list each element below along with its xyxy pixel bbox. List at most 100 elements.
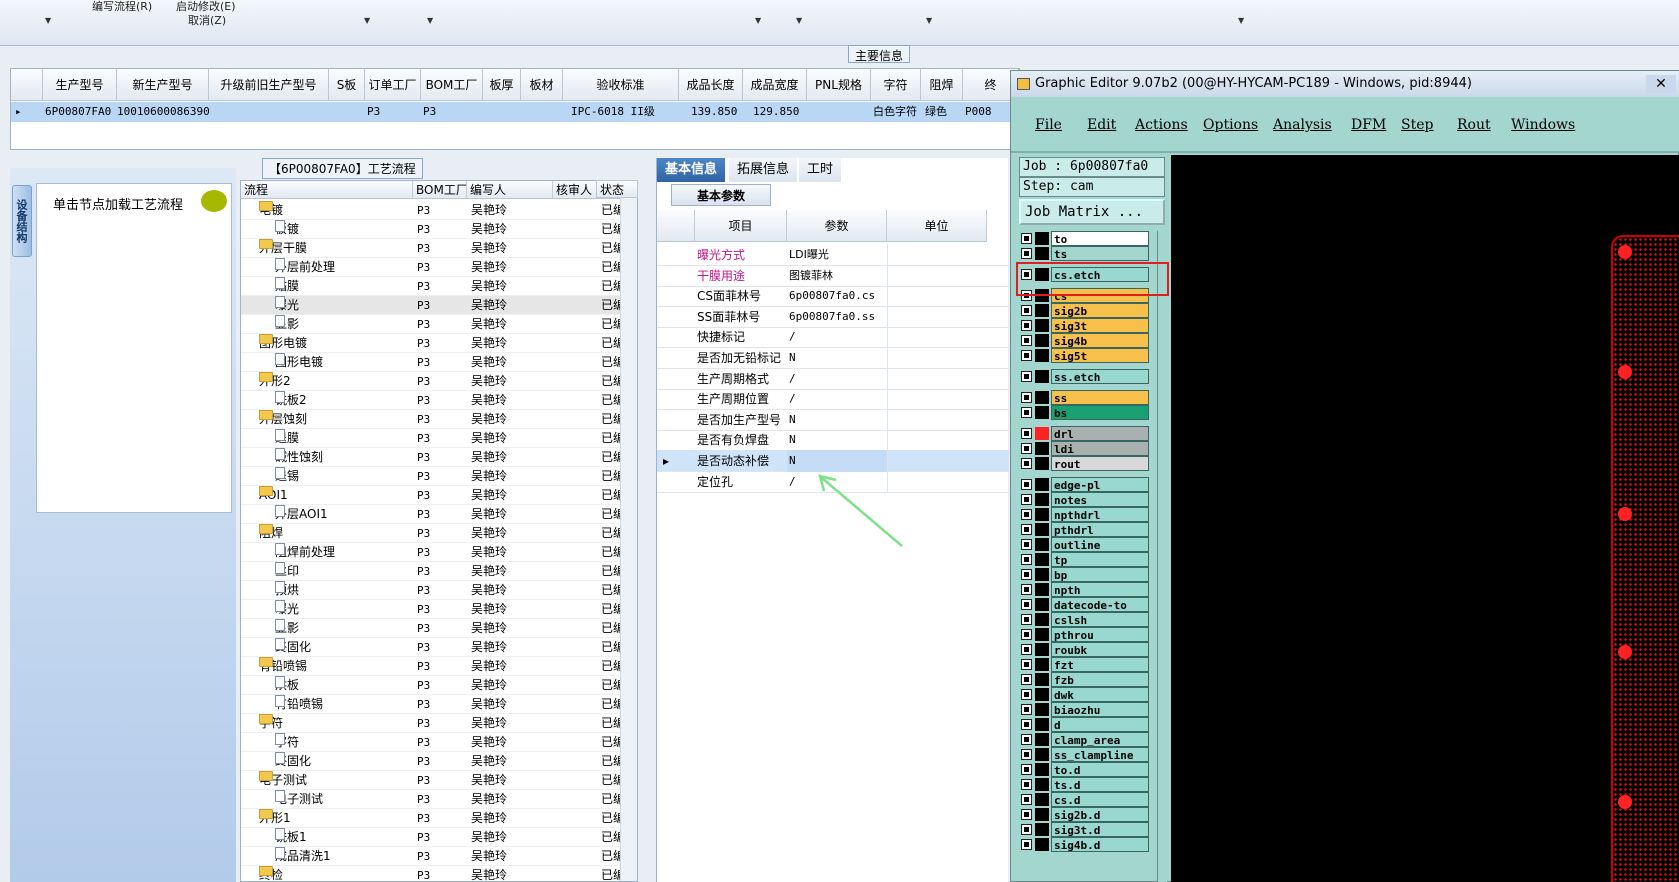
layer-row[interactable]: sig2b.d: [1019, 807, 1149, 822]
layer-checkbox[interactable]: [1021, 428, 1032, 439]
layer-row[interactable]: pthdrl: [1019, 522, 1149, 537]
editor-canvas[interactable]: [1171, 155, 1679, 882]
layer-row[interactable]: drl: [1019, 426, 1149, 441]
layer-checkbox[interactable]: [1021, 494, 1032, 505]
layer-name[interactable]: tp: [1051, 552, 1149, 567]
layer-checkbox[interactable]: [1021, 764, 1032, 775]
layer-name[interactable]: biaozhu: [1051, 702, 1149, 717]
layer-color-swatch[interactable]: [1035, 778, 1049, 791]
layer-color-swatch[interactable]: [1035, 508, 1049, 521]
layer-name[interactable]: to.d: [1051, 762, 1149, 777]
layer-checkbox[interactable]: [1021, 392, 1032, 403]
layer-checkbox[interactable]: [1021, 584, 1032, 595]
layer-checkbox[interactable]: [1021, 479, 1032, 490]
close-icon[interactable]: ✕: [1646, 75, 1676, 93]
layer-name[interactable]: sig3t: [1051, 318, 1149, 333]
layer-row[interactable]: npthdrl: [1019, 507, 1149, 522]
layer-checkbox[interactable]: [1021, 734, 1032, 745]
layer-row[interactable]: edge-pl: [1019, 477, 1149, 492]
menu-actions[interactable]: Actions: [1135, 117, 1188, 133]
layer-row[interactable]: datecode-to: [1019, 597, 1149, 612]
layer-color-swatch[interactable]: [1035, 583, 1049, 596]
layer-name[interactable]: to: [1051, 231, 1149, 246]
layer-checkbox[interactable]: [1021, 749, 1032, 760]
layer-name[interactable]: rout: [1051, 456, 1149, 471]
layer-name[interactable]: fzb: [1051, 672, 1149, 687]
layer-row[interactable]: sig3t.d: [1019, 822, 1149, 837]
layer-color-swatch[interactable]: [1035, 838, 1049, 851]
layer-name[interactable]: cslsh: [1051, 612, 1149, 627]
layer-row[interactable]: tp: [1019, 552, 1149, 567]
layer-name[interactable]: outline: [1051, 537, 1149, 552]
layer-checkbox[interactable]: [1021, 599, 1032, 610]
layer-row[interactable]: notes: [1019, 492, 1149, 507]
layer-color-swatch[interactable]: [1035, 232, 1049, 245]
layer-name[interactable]: sig5t: [1051, 348, 1149, 363]
layer-checkbox[interactable]: [1021, 824, 1032, 835]
menu-windows[interactable]: Windows: [1511, 117, 1575, 133]
layer-color-swatch[interactable]: [1035, 748, 1049, 761]
layer-name[interactable]: d: [1051, 717, 1149, 732]
layer-checkbox[interactable]: [1021, 248, 1032, 259]
layer-color-swatch[interactable]: [1035, 718, 1049, 731]
layer-row[interactable]: fzb: [1019, 672, 1149, 687]
layer-row[interactable]: bp: [1019, 567, 1149, 582]
layer-row[interactable]: outline: [1019, 537, 1149, 552]
layer-checkbox[interactable]: [1021, 443, 1032, 454]
layer-color-swatch[interactable]: [1035, 442, 1049, 455]
layer-scrollbar[interactable]: [1157, 231, 1167, 882]
layer-row[interactable]: ss_clampline: [1019, 747, 1149, 762]
layer-color-swatch[interactable]: [1035, 247, 1049, 260]
layer-checkbox[interactable]: [1021, 644, 1032, 655]
layer-name[interactable]: ss.etch: [1051, 369, 1149, 384]
layer-row[interactable]: roubk: [1019, 642, 1149, 657]
layer-color-swatch[interactable]: [1035, 808, 1049, 821]
layer-color-swatch[interactable]: [1035, 370, 1049, 383]
layer-name[interactable]: roubk: [1051, 642, 1149, 657]
layer-color-swatch[interactable]: [1035, 391, 1049, 404]
layer-checkbox[interactable]: [1021, 458, 1032, 469]
layer-checkbox[interactable]: [1021, 320, 1032, 331]
layer-color-swatch[interactable]: [1035, 523, 1049, 536]
layer-color-swatch[interactable]: [1035, 688, 1049, 701]
layer-row[interactable]: cs.d: [1019, 792, 1149, 807]
layer-row[interactable]: fzt: [1019, 657, 1149, 672]
layer-color-swatch[interactable]: [1035, 493, 1049, 506]
layer-checkbox[interactable]: [1021, 674, 1032, 685]
layer-checkbox[interactable]: [1021, 305, 1032, 316]
layer-name[interactable]: ts: [1051, 246, 1149, 261]
layer-color-swatch[interactable]: [1035, 733, 1049, 746]
layer-name[interactable]: sig3t.d: [1051, 822, 1149, 837]
layer-color-swatch[interactable]: [1035, 673, 1049, 686]
editor-title-bar[interactable]: Graphic Editor 9.07b2 (00@HY-HYCAM-PC189…: [1011, 71, 1679, 97]
layer-name[interactable]: ldi: [1051, 441, 1149, 456]
layer-row[interactable]: ts: [1019, 246, 1149, 261]
layer-name[interactable]: cs.d: [1051, 792, 1149, 807]
layer-checkbox[interactable]: [1021, 629, 1032, 640]
layer-color-swatch[interactable]: [1035, 538, 1049, 551]
layer-name[interactable]: ss_clampline: [1051, 747, 1149, 762]
job-matrix-button[interactable]: Job Matrix ...: [1019, 199, 1165, 225]
menu-dfm[interactable]: DFM: [1351, 117, 1386, 133]
layer-checkbox[interactable]: [1021, 335, 1032, 346]
layer-name[interactable]: pthrou: [1051, 627, 1149, 642]
layer-checkbox[interactable]: [1021, 704, 1032, 715]
layer-color-swatch[interactable]: [1035, 457, 1049, 470]
menu-options[interactable]: Options: [1203, 117, 1258, 133]
layer-name[interactable]: pthdrl: [1051, 522, 1149, 537]
layer-row[interactable]: to.d: [1019, 762, 1149, 777]
layer-name[interactable]: sig4b.d: [1051, 837, 1149, 852]
layer-checkbox[interactable]: [1021, 350, 1032, 361]
layer-checkbox[interactable]: [1021, 407, 1032, 418]
layer-checkbox[interactable]: [1021, 779, 1032, 790]
layer-color-swatch[interactable]: [1035, 628, 1049, 641]
layer-row[interactable]: d: [1019, 717, 1149, 732]
layer-color-swatch[interactable]: [1035, 478, 1049, 491]
layer-name[interactable]: clamp_area: [1051, 732, 1149, 747]
layer-checkbox[interactable]: [1021, 509, 1032, 520]
layer-name[interactable]: npthdrl: [1051, 507, 1149, 522]
layer-row[interactable]: biaozhu: [1019, 702, 1149, 717]
layer-checkbox[interactable]: [1021, 233, 1032, 244]
layer-row[interactable]: cslsh: [1019, 612, 1149, 627]
layer-row[interactable]: dwk: [1019, 687, 1149, 702]
